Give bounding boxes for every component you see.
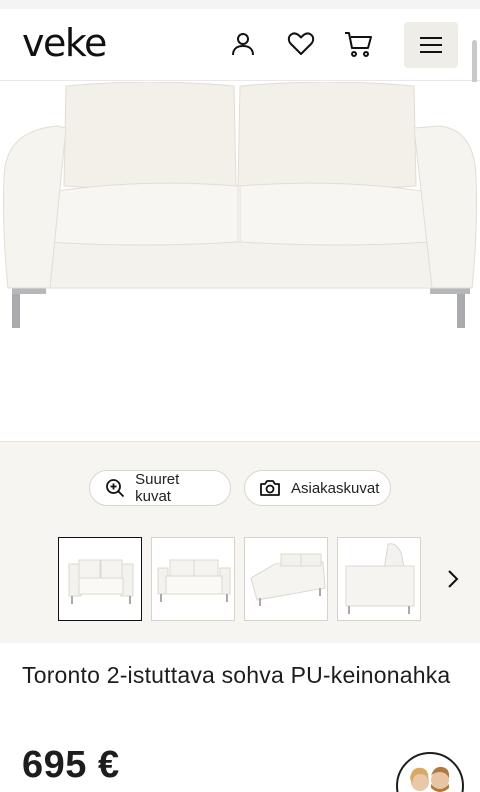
camera-icon: [259, 477, 281, 499]
top-strip: [0, 0, 480, 9]
user-icon[interactable]: [228, 29, 258, 59]
product-price: 695 €: [22, 744, 120, 786]
zoom-in-icon: [104, 477, 125, 499]
gallery-thumbnail-3[interactable]: [244, 537, 328, 621]
customer-service-people-icon: [410, 766, 450, 792]
customer-images-button[interactable]: Asiakaskuvat: [244, 470, 391, 506]
chevron-right-icon: [448, 570, 459, 588]
product-main-image[interactable]: [0, 82, 480, 440]
large-images-label: Suuret kuvat: [135, 471, 180, 505]
veke-logo[interactable]: veke: [22, 23, 107, 63]
heart-icon[interactable]: [286, 29, 316, 59]
cart-icon[interactable]: [343, 29, 373, 59]
gallery-thumbnail-1[interactable]: [58, 537, 142, 621]
gallery-thumbnail-2[interactable]: [151, 537, 235, 621]
thumbnails-next-button[interactable]: [440, 566, 466, 592]
hamburger-menu-button[interactable]: [404, 22, 458, 68]
customer-service-avatar[interactable]: [396, 752, 464, 792]
product-title: Toronto 2-istuttava sohva PU-keinonahka: [22, 662, 451, 688]
gallery-thumbnail-4[interactable]: [337, 537, 421, 621]
site-header: veke: [0, 9, 480, 81]
large-images-button[interactable]: Suuret kuvat: [89, 470, 231, 506]
image-gallery: Suuret kuvat Asiakaskuvat: [0, 441, 480, 643]
customer-images-label: Asiakaskuvat: [291, 479, 380, 497]
hamburger-menu-icon: [420, 37, 442, 53]
